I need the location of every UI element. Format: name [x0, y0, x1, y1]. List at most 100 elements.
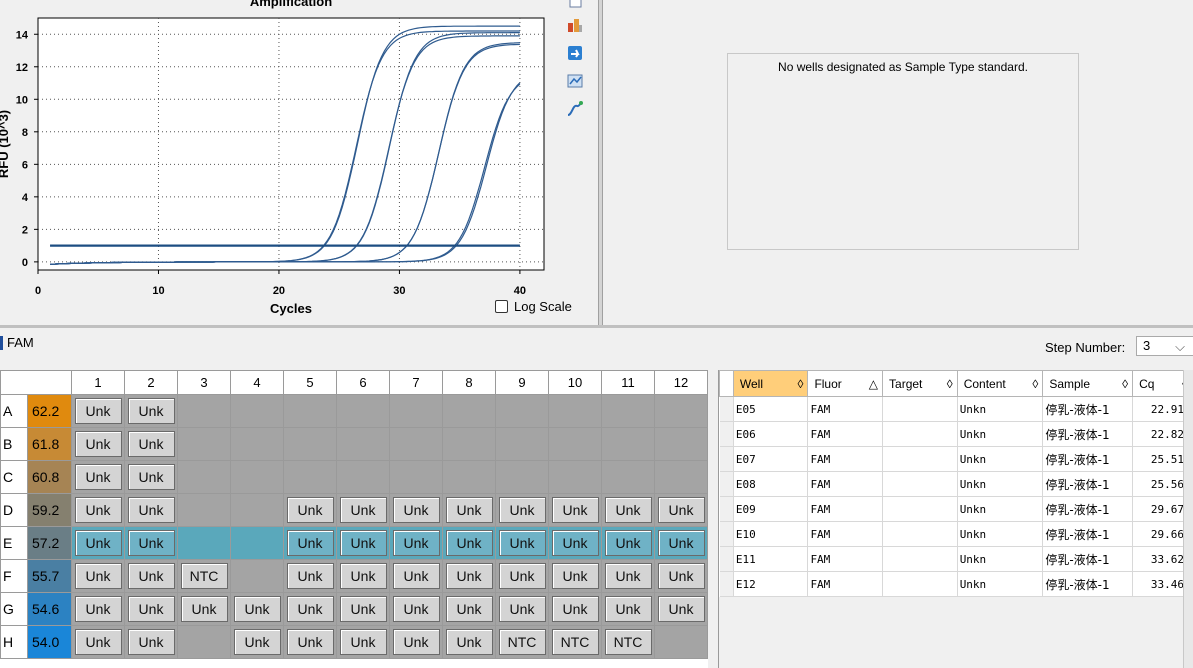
plate-column-header[interactable]: 9 [495, 370, 549, 395]
results-row[interactable]: E05 FAM Unkn 停乳-液体-1 22.91 [719, 396, 1193, 422]
plate-well[interactable]: Unk [495, 526, 549, 560]
plate-well[interactable]: Unk [230, 625, 284, 659]
plate-well[interactable]: Unk [283, 625, 337, 659]
zoom-chart-icon[interactable] [566, 72, 584, 90]
plate-well[interactable]: Unk [389, 559, 443, 593]
plate-well[interactable] [389, 460, 443, 494]
plate-well[interactable]: Unk [230, 592, 284, 626]
plate-well[interactable] [548, 460, 602, 494]
plate-well[interactable] [336, 427, 390, 461]
plate-well[interactable]: Unk [71, 559, 125, 593]
plate-well[interactable]: Unk [283, 559, 337, 593]
plate-column-header[interactable]: 1 [71, 370, 125, 395]
plate-well[interactable]: Unk [442, 526, 496, 560]
fluor-tab[interactable]: FAM [0, 335, 34, 350]
plate-well[interactable]: Unk [548, 526, 602, 560]
plate-well[interactable]: Unk [389, 592, 443, 626]
plate-well[interactable]: Unk [124, 493, 178, 527]
plate-well[interactable] [495, 427, 549, 461]
plate-well[interactable]: Unk [71, 493, 125, 527]
plate-well[interactable] [654, 460, 708, 494]
plate-well[interactable] [177, 427, 231, 461]
row-selector[interactable] [719, 421, 734, 447]
plate-well[interactable]: Unk [548, 493, 602, 527]
row-selector[interactable] [719, 521, 734, 547]
export-chart-icon[interactable] [566, 16, 584, 34]
sort-icon[interactable]: △ [869, 377, 878, 391]
results-row[interactable]: E11 FAM Unkn 停乳-液体-1 33.62 [719, 546, 1193, 572]
row-selector[interactable] [719, 396, 734, 422]
plate-row-header[interactable]: B [0, 427, 28, 461]
row-selector[interactable] [719, 471, 734, 497]
plate-well[interactable] [230, 559, 284, 593]
results-row[interactable]: E07 FAM Unkn 停乳-液体-1 25.51 [719, 446, 1193, 472]
plate-row-header[interactable]: E [0, 526, 28, 560]
plate-well[interactable]: Unk [601, 592, 655, 626]
plate-well[interactable] [389, 427, 443, 461]
plate-column-header[interactable]: 2 [124, 370, 178, 395]
plate-row-header[interactable]: C [0, 460, 28, 494]
plate-well[interactable]: NTC [601, 625, 655, 659]
plate-well[interactable]: Unk [601, 559, 655, 593]
plate-well[interactable] [495, 460, 549, 494]
plate-well[interactable]: Unk [283, 493, 337, 527]
plate-well[interactable] [442, 394, 496, 428]
plate-column-header[interactable]: 12 [654, 370, 708, 395]
plate-row-header[interactable]: G [0, 592, 28, 626]
plate-column-header[interactable]: 3 [177, 370, 231, 395]
row-selector[interactable] [719, 496, 734, 522]
plate-well[interactable] [177, 460, 231, 494]
plate-well[interactable]: Unk [495, 592, 549, 626]
plate-well[interactable]: Unk [124, 592, 178, 626]
plate-well[interactable] [230, 526, 284, 560]
plate-well[interactable] [230, 493, 284, 527]
plate-well[interactable]: Unk [283, 592, 337, 626]
plate-well[interactable]: Unk [71, 625, 125, 659]
plate-well[interactable] [336, 460, 390, 494]
plate-well[interactable] [654, 625, 708, 659]
plate-well[interactable] [442, 427, 496, 461]
plate-well[interactable]: Unk [442, 493, 496, 527]
plate-well[interactable]: Unk [442, 559, 496, 593]
results-column-header[interactable]: Fluor △ [807, 370, 884, 397]
plate-well[interactable]: Unk [336, 526, 390, 560]
plate-well[interactable]: Unk [71, 394, 125, 428]
plate-well[interactable]: Unk [71, 592, 125, 626]
plate-well[interactable]: Unk [71, 526, 125, 560]
refresh-icon[interactable] [566, 44, 584, 62]
plate-well[interactable]: Unk [283, 526, 337, 560]
plate-column-header[interactable]: 6 [336, 370, 390, 395]
plate-well[interactable]: Unk [548, 559, 602, 593]
row-selector[interactable] [719, 571, 734, 597]
results-row[interactable]: E10 FAM Unkn 停乳-液体-1 29.66 [719, 521, 1193, 547]
plate-well[interactable] [442, 460, 496, 494]
plate-well[interactable]: Unk [124, 526, 178, 560]
plate-well[interactable]: NTC [495, 625, 549, 659]
plate-well[interactable] [389, 394, 443, 428]
plate-well[interactable] [230, 460, 284, 494]
results-row[interactable]: E06 FAM Unkn 停乳-液体-1 22.82 [719, 421, 1193, 447]
results-row[interactable]: E08 FAM Unkn 停乳-液体-1 25.56 [719, 471, 1193, 497]
plate-column-header[interactable]: 5 [283, 370, 337, 395]
plate-well[interactable] [601, 427, 655, 461]
plate-well[interactable] [601, 460, 655, 494]
row-selector[interactable] [719, 546, 734, 572]
plate-column-header[interactable]: 11 [601, 370, 655, 395]
log-scale-toggle[interactable]: Log Scale [495, 299, 572, 314]
plate-well[interactable]: Unk [124, 559, 178, 593]
plate-well[interactable]: NTC [548, 625, 602, 659]
plate-well[interactable] [283, 460, 337, 494]
plate-well[interactable]: Unk [442, 625, 496, 659]
copy-icon[interactable] [566, 0, 584, 10]
plate-well[interactable]: Unk [336, 559, 390, 593]
plate-well[interactable] [548, 427, 602, 461]
plate-well[interactable]: Unk [124, 394, 178, 428]
plate-well[interactable] [654, 394, 708, 428]
log-scale-checkbox[interactable] [495, 300, 508, 313]
plate-well[interactable]: Unk [124, 427, 178, 461]
plate-well[interactable]: Unk [71, 427, 125, 461]
plate-row-header[interactable]: F [0, 559, 28, 593]
plate-well[interactable]: Unk [601, 526, 655, 560]
plate-well[interactable]: Unk [601, 493, 655, 527]
plate-well[interactable] [177, 526, 231, 560]
